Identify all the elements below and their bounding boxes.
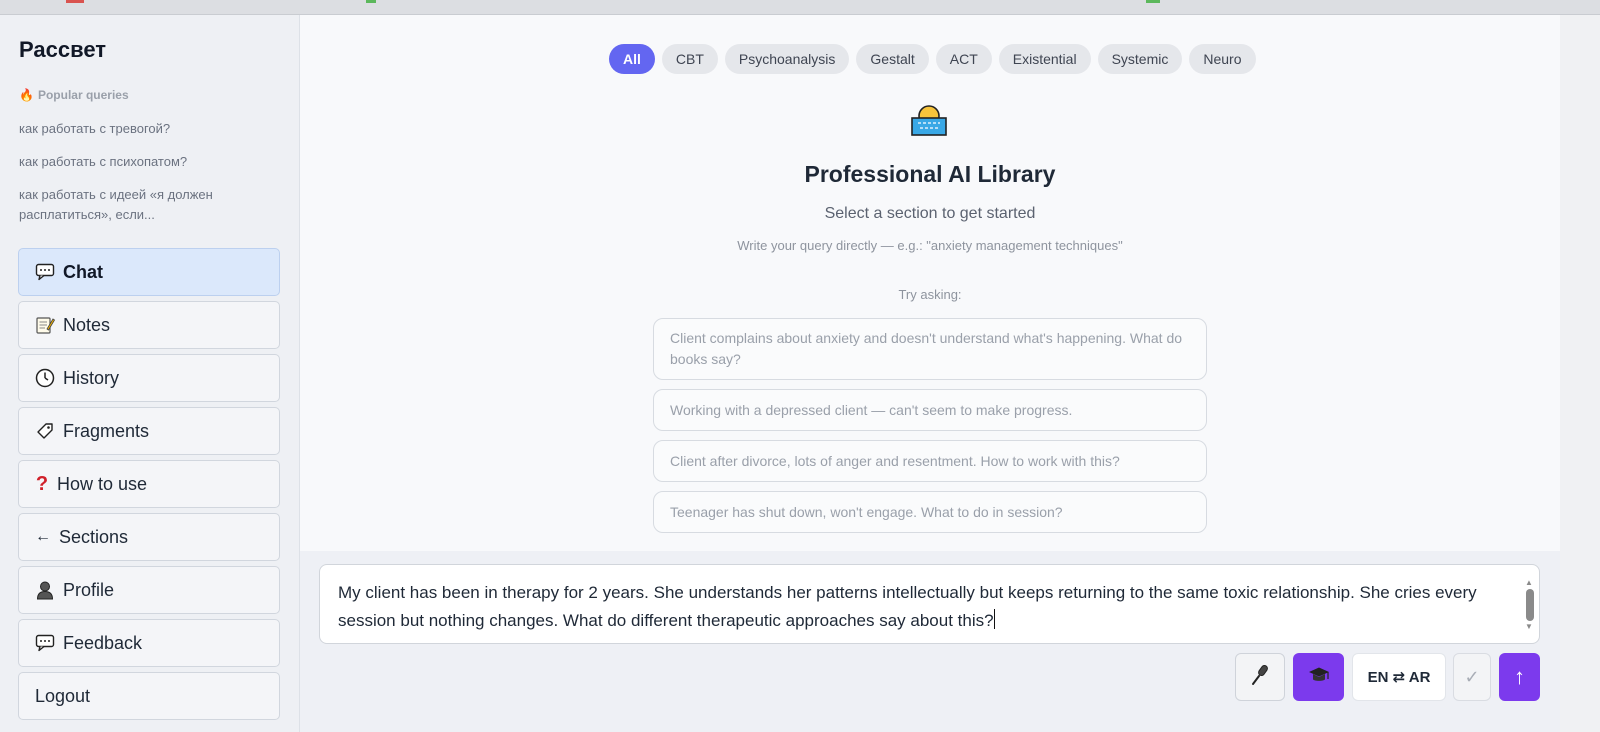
nav-feedback-label: Feedback	[63, 632, 143, 653]
popular-query-item[interactable]: как работать с психопатом?	[19, 152, 269, 172]
page-title: Professional AI Library	[804, 161, 1056, 187]
tab-gestalt[interactable]: Gestalt	[856, 44, 929, 74]
question-mark-icon: ?	[35, 472, 49, 495]
message-input-scrollbar[interactable]: ▲ ▼	[1523, 569, 1537, 641]
send-button[interactable]: ↑	[1499, 653, 1540, 701]
nav-how-to-use-button[interactable]: ? How to use	[18, 460, 280, 508]
popular-queries-heading: 🔥 Popular queries	[19, 88, 129, 102]
fire-icon: 🔥	[19, 88, 34, 102]
graduation-cap-icon	[1308, 666, 1330, 689]
nav-notes-button[interactable]: Notes	[18, 301, 280, 349]
learning-mode-button[interactable]	[1293, 653, 1344, 701]
nav-history-button[interactable]: History	[18, 354, 280, 402]
page-subtitle: Select a section to get started	[824, 205, 1036, 222]
tab-neuro[interactable]: Neuro	[1189, 44, 1256, 74]
nav-logout-button[interactable]: Logout	[18, 672, 280, 720]
voice-input-button[interactable]	[1235, 653, 1285, 701]
sidebar: Рассвет 🔥 Popular queries как работать с…	[0, 15, 300, 732]
tab-systemic[interactable]: Systemic	[1097, 44, 1183, 74]
popular-query-item[interactable]: как работать с идеей «я должен расплатит…	[19, 185, 269, 225]
check-button[interactable]: ✓	[1453, 653, 1491, 701]
nav-feedback-button[interactable]: Feedback	[18, 619, 280, 667]
nav-sections-label: Sections	[59, 526, 129, 547]
microphone-icon	[1250, 664, 1270, 691]
speech-bubble-icon	[35, 633, 55, 653]
nav-chat-button[interactable]: Chat	[18, 248, 280, 296]
tab-marker-red	[66, 0, 84, 3]
scroll-down-icon[interactable]: ▼	[1525, 613, 1533, 641]
memo-icon	[35, 315, 55, 335]
tab-act[interactable]: ACT	[935, 44, 992, 74]
tag-icon	[35, 421, 55, 441]
nav-profile-button[interactable]: Profile	[18, 566, 280, 614]
suggestion-card[interactable]: Client complains about anxiety and doesn…	[653, 318, 1207, 380]
tab-psychoanalysis[interactable]: Psychoanalysis	[724, 44, 850, 74]
main-panel: All CBT Psychoanalysis Gestalt ACT Exist…	[300, 15, 1560, 551]
suggestion-card[interactable]: Client after divorce, lots of anger and …	[653, 440, 1207, 482]
tab-all[interactable]: All	[609, 44, 655, 74]
nav-sections-button[interactable]: ← Sections	[18, 513, 280, 561]
tab-existential[interactable]: Existential	[998, 44, 1091, 74]
approach-filter-tabs: All CBT Psychoanalysis Gestalt ACT Exist…	[609, 44, 1256, 74]
page-scrollbar[interactable]	[1560, 15, 1600, 732]
popular-queries-label: Popular queries	[37, 88, 129, 102]
message-input-value: My client has been in therapy for 2 year…	[338, 583, 1477, 630]
suggestion-card[interactable]: Teenager has shut down, won't engage. Wh…	[653, 491, 1207, 533]
nav-fragments-button[interactable]: Fragments	[18, 407, 280, 455]
tab-marker-green	[366, 0, 376, 3]
try-asking-label: Try asking:	[898, 287, 962, 302]
message-input[interactable]: My client has been in therapy for 2 year…	[319, 564, 1540, 644]
speech-bubble-icon	[35, 262, 55, 282]
nav-logout-label: Logout	[35, 685, 91, 706]
sunrise-icon	[910, 101, 948, 139]
popular-query-item[interactable]: как работать с тревогой?	[19, 119, 269, 139]
suggestion-card[interactable]: Working with a depressed client — can't …	[653, 389, 1207, 431]
person-icon	[35, 580, 55, 600]
clock-icon	[35, 368, 55, 388]
browser-top-strip	[0, 0, 1600, 15]
tab-cbt[interactable]: CBT	[661, 44, 718, 74]
composer-area: My client has been in therapy for 2 year…	[300, 551, 1560, 732]
nav-profile-label: Profile	[63, 579, 115, 600]
nav-notes-label: Notes	[63, 314, 111, 335]
left-arrow-icon: ←	[35, 528, 51, 545]
text-caret	[993, 609, 995, 629]
tab-marker-green-2	[1146, 0, 1160, 3]
nav-history-label: History	[63, 367, 120, 388]
nav-how-to-use-label: How to use	[57, 473, 148, 494]
nav-fragments-label: Fragments	[63, 420, 150, 441]
brand-title: Рассвет	[19, 37, 107, 62]
nav-chat-label: Chat	[63, 261, 103, 282]
language-toggle-button[interactable]: EN ⇄ AR	[1352, 653, 1446, 701]
query-hint: Write your query directly — e.g.: "anxie…	[737, 238, 1123, 253]
